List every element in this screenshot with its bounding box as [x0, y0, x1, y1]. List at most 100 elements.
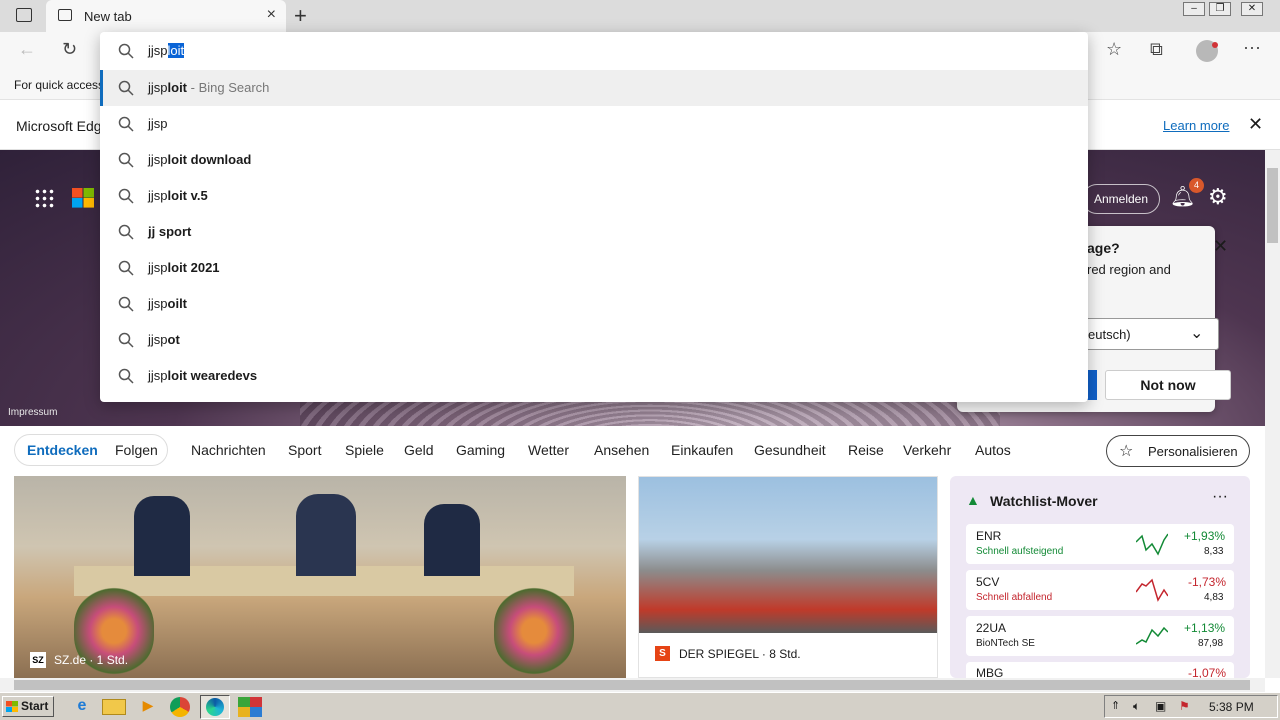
- ie-icon[interactable]: e: [70, 697, 94, 717]
- flowers-right: [494, 586, 574, 676]
- watchlist-more-icon[interactable]: ···: [1212, 488, 1228, 506]
- security-alert-icon[interactable]: ⚑: [1179, 699, 1190, 713]
- stock-row[interactable]: MBG -1,07%: [966, 662, 1234, 678]
- ship-image: [639, 477, 937, 633]
- news-card-main[interactable]: SZ SZ.de · 1 Std.: [14, 476, 626, 678]
- edge-taskbar-button[interactable]: [200, 695, 230, 719]
- impressum-link[interactable]: Impressum: [8, 407, 57, 418]
- new-tab-button[interactable]: +: [294, 3, 307, 29]
- horizontal-scrollbar[interactable]: [0, 678, 1265, 692]
- close-window-button[interactable]: ✕: [1241, 2, 1263, 16]
- suggestion-item[interactable]: jjsploit v.5: [100, 178, 1088, 214]
- info-bar-text: Microsoft Edg: [16, 118, 102, 134]
- suggestion-text: jjsp: [148, 116, 168, 131]
- suggestion-bold: oilt: [167, 296, 188, 311]
- suggestion-bold: jj sport: [148, 224, 192, 239]
- learn-more-link[interactable]: Learn more: [1163, 118, 1229, 133]
- volume-icon[interactable]: 🔈︎: [1133, 699, 1140, 714]
- nav-spiele[interactable]: Spiele: [345, 442, 384, 458]
- nav-ansehen[interactable]: Ansehen: [594, 442, 649, 458]
- close-info-bar-icon[interactable]: ✕: [1248, 114, 1263, 135]
- nav-gaming[interactable]: Gaming: [456, 442, 505, 458]
- nav-autos[interactable]: Autos: [975, 442, 1011, 458]
- scrollbar-thumb[interactable]: [1267, 168, 1278, 243]
- stock-sub: BioNTech SE: [976, 638, 1035, 649]
- stock-sparkline: [1136, 626, 1168, 645]
- settings-gear-icon[interactable]: ⚙: [1208, 184, 1228, 210]
- news-card-ship[interactable]: S DER SPIEGEL · 8 Std.: [638, 476, 938, 678]
- windows-logo-icon: [6, 701, 18, 712]
- suggestion-text: jjsploit 2021: [148, 260, 220, 275]
- suggestion-item[interactable]: jjspot: [100, 322, 1088, 358]
- nav-reise[interactable]: Reise: [848, 442, 884, 458]
- nav-verkehr[interactable]: Verkehr: [903, 442, 951, 458]
- nav-wetter[interactable]: Wetter: [528, 442, 569, 458]
- app-grid-icon[interactable]: [238, 697, 262, 717]
- stock-row[interactable]: 5CV Schnell abfallend -1,73% 4,83: [966, 570, 1234, 610]
- suggestion-item[interactable]: jjspoilt: [100, 286, 1088, 322]
- suggestion-bold: loit wearedevs: [167, 368, 258, 383]
- suggestion-suffix: - Bing Search: [187, 80, 270, 95]
- favorites-icon[interactable]: ☆: [1106, 39, 1122, 60]
- hscroll-thumb[interactable]: [14, 680, 1250, 690]
- search-icon: [118, 224, 134, 240]
- nav-nachrichten[interactable]: Nachrichten: [191, 442, 266, 458]
- search-icon: [118, 43, 134, 59]
- card1-source: SZ.de · 1 Std.: [54, 653, 129, 667]
- stock-row[interactable]: ENR Schnell aufsteigend +1,93% 8,33: [966, 524, 1234, 564]
- address-bar[interactable]: jjsploit: [100, 32, 1088, 70]
- nav-einkaufen[interactable]: Einkaufen: [671, 442, 733, 458]
- suggestion-bold: loit 2021: [167, 260, 220, 275]
- suggestion-text: jjsploit - Bing Search: [148, 80, 269, 95]
- active-indicator: [100, 70, 103, 106]
- suggestion-item[interactable]: jjsploit 2021: [100, 250, 1088, 286]
- personalize-label: Personalisieren: [1148, 444, 1238, 459]
- suggestion-bold: loit v.5: [167, 188, 208, 203]
- start-button[interactable]: Start: [2, 696, 54, 717]
- chrome-icon[interactable]: [170, 697, 190, 717]
- suggestion-item[interactable]: jjsploit download: [100, 142, 1088, 178]
- not-now-button[interactable]: Not now: [1105, 370, 1231, 400]
- suggestion-text: jjsploit v.5: [148, 188, 208, 203]
- suggestion-item[interactable]: jj sport: [100, 214, 1088, 250]
- network-icon[interactable]: ▣: [1155, 699, 1166, 713]
- media-player-icon[interactable]: ▶: [136, 697, 160, 717]
- suggestion-bold: loit: [167, 80, 188, 95]
- feed-nav: Entdecken Folgen Nachrichten Sport Spiel…: [0, 426, 1265, 476]
- suggestion-item[interactable]: jjsp: [100, 106, 1088, 142]
- restore-button[interactable]: ❐: [1209, 2, 1231, 16]
- stock-row[interactable]: 22UA BioNTech SE +1,13% 87,98: [966, 616, 1234, 656]
- signin-button[interactable]: Anmelden: [1082, 184, 1160, 214]
- suggestion-plain: jjsp: [148, 332, 168, 347]
- language-select-value: eutsch): [1088, 327, 1131, 342]
- address-input[interactable]: jjsploit: [148, 43, 185, 58]
- suggestion-plain: jjsp: [148, 296, 168, 311]
- nav-sport[interactable]: Sport: [288, 442, 321, 458]
- minimize-button[interactable]: –: [1183, 2, 1205, 16]
- tray-expand-icon[interactable]: ⇑: [1111, 699, 1120, 712]
- apps-grid-icon[interactable]: [34, 188, 54, 208]
- vertical-scrollbar[interactable]: [1265, 150, 1280, 678]
- more-menu-icon[interactable]: ···: [1243, 37, 1261, 58]
- personalize-button[interactable]: ☆ Personalisieren: [1106, 435, 1250, 467]
- clock: 5:38 PM: [1209, 700, 1254, 714]
- search-icon: [118, 152, 134, 168]
- suggestion-item[interactable]: jjsploit wearedevs: [100, 358, 1088, 394]
- refresh-icon[interactable]: ↻: [62, 39, 77, 60]
- tab-new-tab[interactable]: New tab ×: [46, 0, 286, 32]
- tab-folgen[interactable]: Folgen: [115, 442, 158, 458]
- popup-close-icon[interactable]: ✕: [1213, 236, 1228, 257]
- microsoft-logo-icon[interactable]: [72, 188, 94, 208]
- nav-geld[interactable]: Geld: [404, 442, 434, 458]
- nav-gesundheit[interactable]: Gesundheit: [754, 442, 826, 458]
- collections-icon[interactable]: ⧉: [1150, 39, 1163, 60]
- watchlist-card: ▲ Watchlist-Mover ··· ENR Schnell aufste…: [950, 476, 1250, 678]
- back-icon[interactable]: ←: [18, 39, 36, 60]
- close-tab-icon[interactable]: ×: [267, 6, 276, 24]
- tab-entdecken[interactable]: Entdecken: [27, 442, 98, 458]
- popup-body: red region and: [1087, 262, 1171, 277]
- tab-actions-icon[interactable]: [16, 8, 32, 22]
- explorer-icon[interactable]: [102, 699, 126, 715]
- sz-logo-icon: SZ: [30, 652, 46, 668]
- suggestion-item[interactable]: jjsploit - Bing Search: [100, 70, 1088, 106]
